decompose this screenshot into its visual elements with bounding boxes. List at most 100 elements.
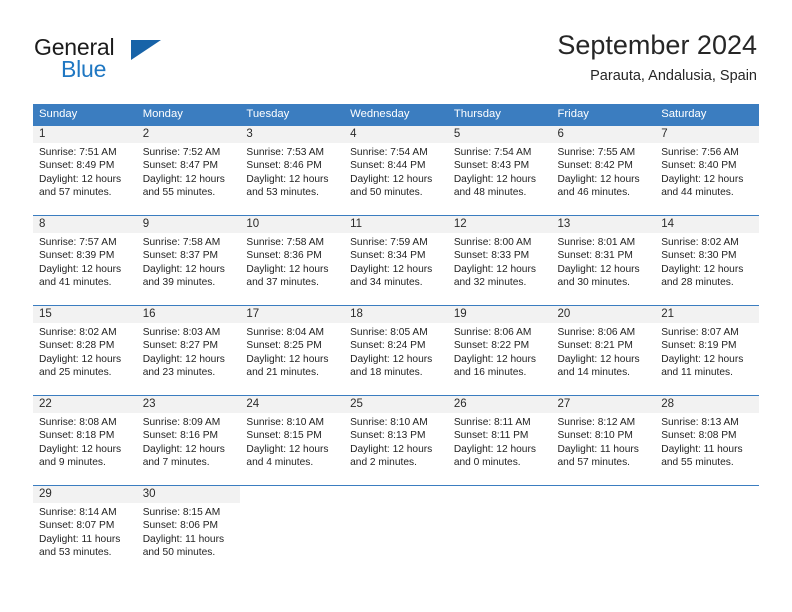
calendar-day-cell[interactable]: 1 Sunrise: 7:51 AM Sunset: 8:49 PM Daylight…	[33, 126, 137, 215]
sunrise-text: Sunrise: 8:00 AM	[453, 237, 532, 248]
sunrise-text: Sunrise: 8:15 AM	[142, 507, 221, 518]
daylight-text-line1: Daylight: 12 hours	[350, 173, 433, 185]
day-number-band: 7	[655, 126, 759, 143]
calendar-day-cell[interactable]: 5 Sunrise: 7:54 AM Sunset: 8:43 PM Daylight…	[447, 126, 552, 215]
calendar-day-cell[interactable]: 17 Sunrise: 8:04 AM Sunset: 8:25 PM Dayligh…	[240, 306, 345, 395]
calendar-day-cell[interactable]: 22 Sunrise: 8:08 AM Sunset: 8:18 PM Dayligh…	[33, 396, 137, 485]
day-details: Sunrise: 8:08 AM Sunset: 8:18 PM Daylight:…	[33, 413, 137, 470]
day-header-monday: Monday	[142, 108, 183, 120]
calendar-day-cell[interactable]: 18 Sunrise: 8:05 AM Sunset: 8:24 PM Dayligh…	[344, 306, 448, 395]
sunset-text: Sunset: 8:37 PM	[142, 250, 219, 262]
day-number-band: 17	[240, 306, 345, 323]
calendar-day-cell[interactable]: 27 Sunrise: 8:12 AM Sunset: 8:10 PM Dayligh…	[551, 396, 656, 485]
calendar-day-cell[interactable]: 8 Sunrise: 7:57 AM Sunset: 8:39 PM Daylight…	[33, 216, 137, 305]
daylight-text-line1: Daylight: 12 hours	[557, 353, 640, 365]
calendar-day-cell[interactable]: 15 Sunrise: 8:02 AM Sunset: 8:28 PM Dayligh…	[33, 306, 137, 395]
sunset-text: Sunset: 8:39 PM	[39, 250, 115, 262]
calendar-day-cell[interactable]: 16 Sunrise: 8:03 AM Sunset: 8:27 PM Dayligh…	[136, 306, 241, 395]
day-number: 29	[39, 488, 52, 500]
sunrise-text: Sunrise: 8:02 AM	[661, 237, 739, 248]
day-number: 21	[661, 308, 675, 320]
daylight-text-line1: Daylight: 12 hours	[661, 173, 744, 185]
calendar-day-cell[interactable]: 29 Sunrise: 8:14 AM Sunset: 8:07 PM Dayligh…	[33, 486, 137, 573]
day-details: Sunrise: 7:56 AM Sunset: 8:40 PM Daylight:…	[655, 143, 759, 200]
day-number-band: 13	[551, 216, 656, 233]
sunset-text: Sunset: 8:31 PM	[557, 250, 633, 262]
calendar-week-row: 22 Sunrise: 8:08 AM Sunset: 8:18 PM Dayligh…	[33, 395, 759, 485]
day-details: Sunrise: 8:15 AM Sunset: 8:06 PM Daylight:…	[137, 503, 241, 560]
day-number-band: 14	[655, 216, 759, 233]
calendar-day-cell[interactable]: 23 Sunrise: 8:09 AM Sunset: 8:16 PM Dayligh…	[136, 396, 241, 485]
calendar-day-cell[interactable]: 4 Sunrise: 7:54 AM Sunset: 8:44 PM Daylight…	[344, 126, 448, 215]
calendar-day-cell[interactable]: 25 Sunrise: 8:10 AM Sunset: 8:13 PM Dayligh…	[344, 396, 448, 485]
day-details	[448, 503, 552, 506]
calendar-day-cell[interactable]: 9 Sunrise: 7:58 AM Sunset: 8:37 PM Daylight…	[136, 216, 241, 305]
daylight-text-line1: Daylight: 12 hours	[453, 443, 536, 455]
sunset-text: Sunset: 8:25 PM	[246, 340, 322, 352]
day-header-wednesday: Wednesday	[350, 108, 410, 120]
day-number-band	[240, 486, 345, 503]
sunset-text: Sunset: 8:40 PM	[661, 160, 737, 172]
daylight-text-line2: and 53 minutes.	[39, 547, 112, 559]
sunset-text: Sunset: 8:42 PM	[557, 160, 633, 172]
daylight-text-line1: Daylight: 12 hours	[246, 263, 329, 275]
calendar-day-cell[interactable]: 7 Sunrise: 7:56 AM Sunset: 8:40 PM Daylight…	[655, 126, 759, 215]
daylight-text-line1: Daylight: 12 hours	[453, 173, 536, 185]
day-details: Sunrise: 7:55 AM Sunset: 8:42 PM Daylight:…	[552, 143, 656, 200]
calendar-day-cell[interactable]: 14 Sunrise: 8:02 AM Sunset: 8:30 PM Dayligh…	[655, 216, 759, 305]
day-details: Sunrise: 7:54 AM Sunset: 8:43 PM Daylight:…	[448, 143, 552, 200]
general-blue-logo: General Blue	[34, 34, 234, 90]
daylight-text-line2: and 39 minutes.	[142, 277, 216, 289]
day-number: 23	[142, 398, 156, 410]
sunrise-text: Sunrise: 8:11 AM	[453, 417, 531, 428]
calendar-day-cell[interactable]: 10 Sunrise: 7:58 AM Sunset: 8:36 PM Dayligh…	[240, 216, 345, 305]
day-number: 6	[557, 128, 564, 140]
calendar-day-cell[interactable]: 6 Sunrise: 7:55 AM Sunset: 8:42 PM Daylight…	[551, 126, 656, 215]
daylight-text-line2: and 18 minutes.	[350, 367, 423, 379]
daylight-text-line2: and 21 minutes.	[246, 367, 319, 379]
day-number-band: 26	[447, 396, 552, 413]
day-details: Sunrise: 8:02 AM Sunset: 8:28 PM Daylight:…	[33, 323, 137, 380]
calendar-day-cell[interactable]: 20 Sunrise: 8:06 AM Sunset: 8:21 PM Dayligh…	[551, 306, 656, 395]
calendar-day-cell[interactable]: 26 Sunrise: 8:11 AM Sunset: 8:11 PM Dayligh…	[447, 396, 552, 485]
day-number-band: 5	[447, 126, 552, 143]
daylight-text-line1: Daylight: 12 hours	[453, 263, 536, 275]
sunset-text: Sunset: 8:46 PM	[246, 160, 322, 172]
daylight-text-line1: Daylight: 12 hours	[39, 353, 122, 365]
calendar-day-cell[interactable]: 11 Sunrise: 7:59 AM Sunset: 8:34 PM Dayligh…	[344, 216, 448, 305]
calendar-day-cell[interactable]: 2 Sunrise: 7:52 AM Sunset: 8:47 PM Daylight…	[136, 126, 241, 215]
daylight-text-line1: Daylight: 12 hours	[453, 353, 536, 365]
calendar-day-cell[interactable]: 30 Sunrise: 8:15 AM Sunset: 8:06 PM Dayligh…	[136, 486, 241, 573]
calendar-day-cell[interactable]: 24 Sunrise: 8:10 AM Sunset: 8:15 PM Dayligh…	[240, 396, 345, 485]
calendar-day-cell[interactable]: 28 Sunrise: 8:13 AM Sunset: 8:08 PM Dayligh…	[655, 396, 759, 485]
sunrise-text: Sunrise: 8:14 AM	[39, 507, 117, 518]
day-details: Sunrise: 8:13 AM Sunset: 8:08 PM Daylight:…	[655, 413, 759, 470]
day-number-band: 24	[240, 396, 345, 413]
daylight-text-line2: and 28 minutes.	[661, 277, 734, 289]
calendar-day-cell[interactable]: 19 Sunrise: 8:06 AM Sunset: 8:22 PM Dayligh…	[447, 306, 552, 395]
calendar-day-cell[interactable]: 3 Sunrise: 7:53 AM Sunset: 8:46 PM Daylight…	[240, 126, 345, 215]
day-details: Sunrise: 7:59 AM Sunset: 8:34 PM Daylight:…	[344, 233, 448, 290]
day-number: 3	[246, 128, 253, 140]
title-block: September 2024 Parauta, Andalusia, Spain	[557, 28, 757, 87]
daylight-text-line2: and 50 minutes.	[350, 187, 423, 199]
daylight-text-line1: Daylight: 12 hours	[350, 443, 433, 455]
daylight-text-line1: Daylight: 11 hours	[39, 533, 121, 545]
day-number: 24	[246, 398, 260, 410]
sunrise-text: Sunrise: 7:53 AM	[246, 147, 324, 158]
calendar-day-cell[interactable]: 12 Sunrise: 8:00 AM Sunset: 8:33 PM Dayligh…	[447, 216, 552, 305]
calendar-day-cell[interactable]: 21 Sunrise: 8:07 AM Sunset: 8:19 PM Dayligh…	[655, 306, 759, 395]
sunset-text: Sunset: 8:43 PM	[453, 160, 530, 172]
daylight-text-line1: Daylight: 11 hours	[142, 533, 225, 545]
logo-text-blue: Blue	[61, 56, 107, 82]
sunset-text: Sunset: 8:06 PM	[142, 520, 219, 532]
logo-triangle-icon	[131, 40, 161, 60]
day-number-band: 23	[136, 396, 241, 413]
calendar-day-cell[interactable]: 13 Sunrise: 8:01 AM Sunset: 8:31 PM Dayligh…	[551, 216, 656, 305]
sunset-text: Sunset: 8:18 PM	[39, 430, 115, 442]
day-number: 4	[350, 128, 357, 140]
day-number: 27	[557, 398, 571, 410]
sunrise-text: Sunrise: 7:51 AM	[39, 147, 117, 158]
sunset-text: Sunset: 8:07 PM	[39, 520, 115, 532]
sunrise-text: Sunrise: 8:10 AM	[246, 417, 324, 428]
